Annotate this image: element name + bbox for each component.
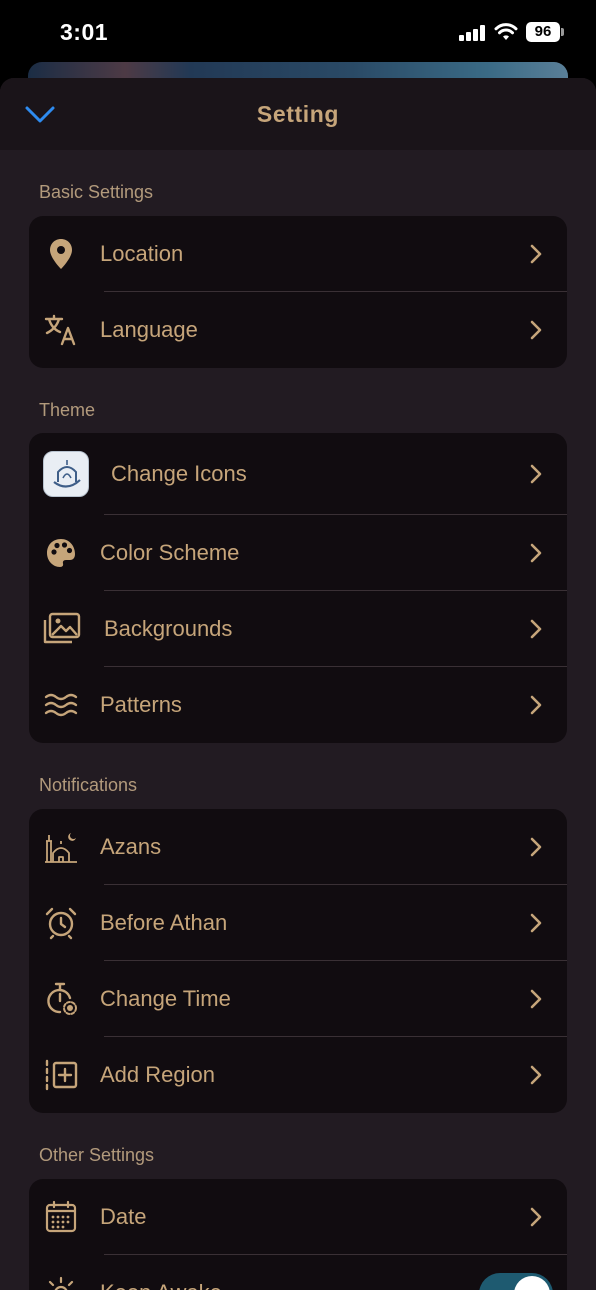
location-pin-icon [43,236,79,272]
settings-row-change-time[interactable]: Change Time [29,961,567,1037]
chevron-right-icon [529,1206,543,1228]
settings-row-add-region[interactable]: Add Region [29,1037,567,1113]
section-header-notifications: Notifications [39,775,138,795]
settings-row-color-scheme[interactable]: Color Scheme [29,515,567,591]
mosque-icon [43,829,79,865]
nav-bar: Setting [0,78,596,150]
row-label: Change Time [100,986,231,1011]
translate-icon [43,312,79,348]
settings-row-date[interactable]: Date [29,1179,567,1255]
chevron-right-icon [529,243,543,265]
settings-sheet: Setting Basic Settings Location Language… [0,78,596,1290]
row-label: Keep Awake [100,1280,222,1290]
row-label: Add Region [100,1062,215,1087]
battery-icon: 96 [526,22,564,42]
settings-row-before-athan[interactable]: Before Athan [29,885,567,961]
row-label: Date [100,1204,147,1229]
basic-settings-group: Location Language [29,216,567,368]
images-icon [41,611,81,647]
row-label: Patterns [100,692,182,717]
other-settings-group: Date Keep Awake [29,1179,567,1290]
chevron-right-icon [529,1064,543,1086]
row-label: Before Athan [100,910,228,935]
chevron-right-icon [529,463,543,485]
wifi-icon [494,22,518,42]
chevron-right-icon [529,912,543,934]
chevron-right-icon [529,618,543,640]
add-region-icon [43,1057,79,1093]
chevron-right-icon [529,694,543,716]
status-time: 3:01 [60,19,109,45]
notifications-group: Azans Before Athan Change Time Add Regio… [29,809,567,1113]
cellular-signal-icon [459,25,485,41]
chevron-right-icon [529,988,543,1010]
app-icon [43,451,89,497]
row-label: Change Icons [111,461,247,486]
palette-icon [43,535,79,571]
section-header-other: Other Settings [39,1145,155,1165]
theme-group: Change Icons Color Scheme Backgrounds Pa… [29,433,567,743]
toggle-knob [514,1276,550,1290]
alarm-clock-icon [43,905,79,941]
settings-row-change-icons[interactable]: Change Icons [29,433,567,515]
section-header-basic: Basic Settings [39,182,154,202]
section-header-theme: Theme [39,400,96,420]
chevron-right-icon [529,319,543,341]
calendar-icon [43,1199,79,1235]
battery-level: 96 [526,22,560,42]
settings-row-patterns[interactable]: Patterns [29,667,567,743]
settings-row-keep-awake[interactable]: Keep Awake [29,1255,567,1290]
settings-row-location[interactable]: Location [29,216,567,292]
chevron-right-icon [529,836,543,858]
chevron-right-icon [529,542,543,564]
row-label: Color Scheme [100,540,240,565]
row-label: Azans [100,834,162,859]
sun-icon [43,1275,79,1290]
settings-row-azans[interactable]: Azans [29,809,567,885]
row-label: Location [100,241,184,266]
row-label: Language [100,317,198,342]
page-title: Setting [256,101,340,127]
row-label: Backgrounds [104,616,233,641]
timer-settings-icon [43,981,79,1017]
settings-row-backgrounds[interactable]: Backgrounds [29,591,567,667]
keep-awake-toggle[interactable] [479,1273,553,1290]
waves-icon [43,687,79,723]
status-bar: 3:01 96 [0,0,596,64]
settings-row-language[interactable]: Language [29,292,567,368]
